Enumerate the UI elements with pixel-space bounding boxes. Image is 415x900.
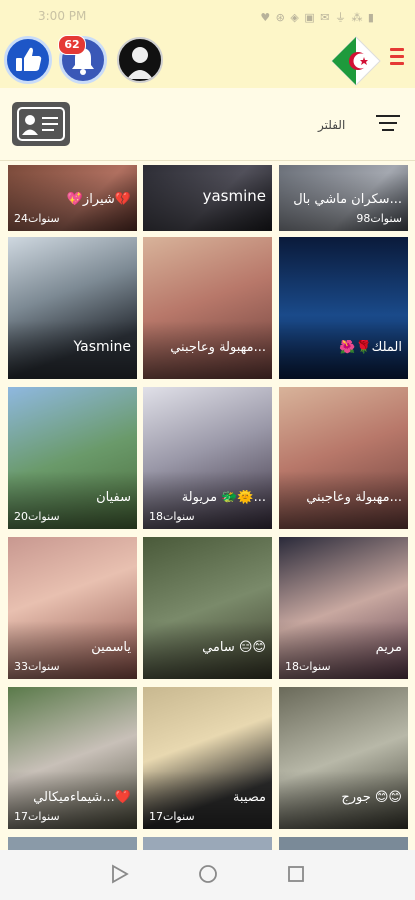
profile-name: مهبولة وعاجبني... (170, 340, 266, 355)
profile-name: 💖شيراز💔 (66, 192, 131, 207)
profile-card[interactable]: سكران ماشي بال... 98سنوات (279, 165, 408, 231)
profile-card[interactable]: مهبولة وعاجبني... (279, 387, 408, 529)
profile-name: سكران ماشي بال... (293, 192, 402, 207)
profile-grid: 💖شيراز💔 24سنوات yasmine سكران ماشي بال..… (0, 160, 415, 850)
like-button[interactable] (4, 36, 52, 84)
profile-name: ياسمين (91, 640, 131, 655)
profile-card[interactable]: 💖شيراز💔 24سنوات (8, 165, 137, 231)
profile-name: سفيان (96, 490, 131, 505)
notification-badge: 62 (58, 35, 86, 55)
filter-icon[interactable] (376, 115, 400, 136)
profile-age: 18سنوات (149, 510, 195, 523)
profile-card[interactable]: سامي 😑😊 (143, 537, 272, 679)
system-nav-bar (0, 850, 415, 900)
profile-card[interactable]: مهبولة وعاجبني... (143, 237, 272, 379)
filter-label[interactable]: الفلتر (318, 118, 345, 132)
status-bar: 3:00 PM ♥ ⊛ ◈ ▣ ✉ ⏚ ⁂ ▮ (0, 0, 415, 32)
profile-card[interactable]: ياسمين 33سنوات (8, 537, 137, 679)
profile-name: مصيبة (232, 790, 266, 805)
profile-name: مهبولة وعاجبني... (306, 490, 402, 505)
profile-card[interactable]: جورج 😊😊 (279, 687, 408, 829)
status-icons: ♥ ⊛ ◈ ▣ ✉ ⏚ ⁂ ▮ (260, 11, 375, 24)
algeria-flag-icon[interactable] (331, 36, 381, 86)
thumbs-up-icon (16, 47, 42, 71)
profile-name: Yasmine (73, 339, 131, 355)
profile-name: مريم (375, 640, 402, 655)
profile-age: 33سنوات (14, 660, 60, 673)
home-icon[interactable] (197, 863, 219, 885)
profile-card[interactable]: شيماءميكالي...❤️ 17سنوات (8, 687, 137, 829)
profile-name: سامي 😑😊 (202, 640, 266, 655)
profile-age: 17سنوات (14, 810, 60, 823)
back-icon[interactable] (108, 863, 130, 885)
profile-age: 24سنوات (14, 212, 60, 225)
profile-card[interactable]: مريم 18سنوات (279, 537, 408, 679)
profile-card[interactable]: سفيان 20سنوات (8, 387, 137, 529)
status-time: 3:00 PM (38, 9, 87, 23)
top-bar: 62 (0, 32, 415, 88)
profile-age: 20سنوات (14, 510, 60, 523)
profile-card[interactable]: yasmine (143, 165, 272, 231)
profile-card[interactable] (279, 837, 408, 850)
profile-card[interactable] (8, 837, 137, 850)
profile-card[interactable]: مريولة 🐲🌞... 18سنوات (143, 387, 272, 529)
profile-name: جورج 😊😊 (341, 790, 402, 805)
profile-card[interactable]: مصيبة 17سنوات (143, 687, 272, 829)
profile-card[interactable]: 🌺🌹الملك (279, 237, 408, 379)
profile-avatar-button[interactable] (117, 37, 163, 83)
profile-card-button[interactable] (12, 102, 70, 146)
profile-card[interactable] (143, 837, 272, 850)
filter-bar: الفلتر (0, 88, 415, 161)
profile-age: 98سنوات (356, 212, 402, 225)
profile-age: 17سنوات (149, 810, 195, 823)
menu-button[interactable] (390, 48, 404, 69)
profile-name: 🌺🌹الملك (339, 340, 402, 355)
profile-name: مريولة 🐲🌞... (181, 490, 266, 505)
profile-name: شيماءميكالي...❤️ (33, 790, 131, 805)
profile-card[interactable]: Yasmine (8, 237, 137, 379)
profile-age: 18سنوات (285, 660, 331, 673)
recents-icon[interactable] (285, 863, 307, 885)
profile-name: yasmine (202, 187, 266, 205)
contact-card-icon (17, 107, 65, 141)
avatar-icon (127, 47, 153, 79)
